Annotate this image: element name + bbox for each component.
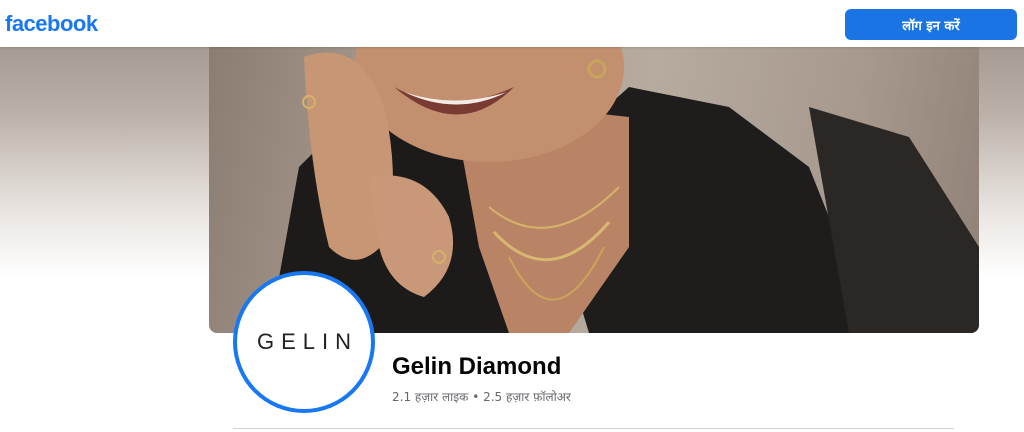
login-button[interactable]: लॉग इन करें — [845, 9, 1017, 40]
page-avatar[interactable]: GELIN — [233, 271, 375, 413]
avatar-logo: GELIN — [237, 275, 371, 409]
followers-count[interactable]: 2.5 हज़ार फ़ॉलोअर — [483, 390, 571, 404]
top-navigation-bar: facebook लॉग इन करें — [0, 0, 1024, 47]
avatar-logo-text: GELIN — [256, 329, 359, 354]
facebook-logo[interactable]: facebook — [5, 11, 98, 37]
stats-separator: • — [472, 390, 480, 404]
page-stats: 2.1 हज़ार लाइक • 2.5 हज़ार फ़ॉलोअर — [392, 388, 571, 405]
section-divider — [233, 428, 954, 429]
likes-count[interactable]: 2.1 हज़ार लाइक — [392, 390, 468, 404]
page-title[interactable]: Gelin Diamond — [392, 353, 561, 381]
